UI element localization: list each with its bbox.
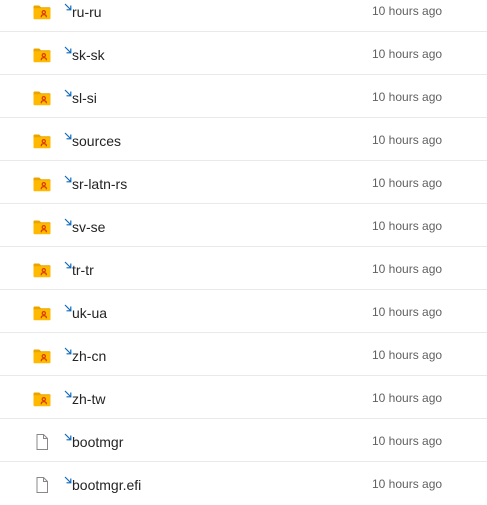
new-item-badge-icon bbox=[64, 84, 72, 97]
file-icon bbox=[32, 475, 52, 495]
modified-time: 10 hours ago bbox=[372, 348, 443, 362]
list-item[interactable]: bootmgr 10 hours ago bbox=[0, 419, 487, 462]
shared-folder-icon bbox=[32, 131, 52, 151]
list-item[interactable]: zh-cn 10 hours ago bbox=[0, 333, 487, 376]
new-item-badge-icon bbox=[64, 342, 72, 355]
modified-time: 10 hours ago bbox=[372, 434, 443, 448]
shared-folder-icon bbox=[32, 303, 52, 323]
file-name[interactable]: bootmgr.efi bbox=[72, 476, 141, 494]
new-item-badge-icon bbox=[64, 213, 72, 226]
list-item[interactable]: tr-tr 10 hours ago bbox=[0, 247, 487, 290]
shared-folder-icon bbox=[32, 2, 52, 22]
new-item-badge-icon bbox=[64, 471, 72, 484]
file-name[interactable]: tr-tr bbox=[72, 261, 94, 279]
list-item[interactable]: sl-si 10 hours ago bbox=[0, 75, 487, 118]
new-item-badge-icon bbox=[64, 256, 72, 269]
modified-time: 10 hours ago bbox=[372, 176, 443, 190]
list-item[interactable]: zh-tw 10 hours ago bbox=[0, 376, 487, 419]
new-item-badge-icon bbox=[64, 385, 72, 398]
list-item[interactable]: sr-latn-rs 10 hours ago bbox=[0, 161, 487, 204]
list-item[interactable]: sources 10 hours ago bbox=[0, 118, 487, 161]
modified-time: 10 hours ago bbox=[372, 90, 443, 104]
file-name[interactable]: sk-sk bbox=[72, 46, 105, 64]
file-name[interactable]: zh-tw bbox=[72, 390, 105, 408]
modified-time: 10 hours ago bbox=[372, 133, 443, 147]
list-item[interactable]: ru-ru 10 hours ago bbox=[0, 0, 487, 32]
new-item-badge-icon bbox=[64, 127, 72, 140]
list-item[interactable]: sv-se 10 hours ago bbox=[0, 204, 487, 247]
list-item[interactable]: uk-ua 10 hours ago bbox=[0, 290, 487, 333]
new-item-badge-icon bbox=[64, 299, 72, 312]
file-name[interactable]: uk-ua bbox=[72, 304, 107, 322]
list-item[interactable]: bootmgr.efi 10 hours ago bbox=[0, 462, 487, 505]
new-item-badge-icon bbox=[64, 0, 72, 11]
file-icon bbox=[32, 432, 52, 452]
file-name[interactable]: zh-cn bbox=[72, 347, 106, 365]
modified-time: 10 hours ago bbox=[372, 391, 443, 405]
file-name[interactable]: ru-ru bbox=[72, 3, 102, 21]
shared-folder-icon bbox=[32, 389, 52, 409]
modified-time: 10 hours ago bbox=[372, 219, 443, 233]
new-item-badge-icon bbox=[64, 41, 72, 54]
shared-folder-icon bbox=[32, 217, 52, 237]
modified-time: 10 hours ago bbox=[372, 47, 443, 61]
file-name[interactable]: bootmgr bbox=[72, 433, 123, 451]
file-name[interactable]: sv-se bbox=[72, 218, 105, 236]
shared-folder-icon bbox=[32, 174, 52, 194]
modified-time: 10 hours ago bbox=[372, 4, 443, 18]
shared-folder-icon bbox=[32, 45, 52, 65]
new-item-badge-icon bbox=[64, 170, 72, 183]
modified-time: 10 hours ago bbox=[372, 262, 443, 276]
shared-folder-icon bbox=[32, 260, 52, 280]
shared-folder-icon bbox=[32, 88, 52, 108]
file-name[interactable]: sr-latn-rs bbox=[72, 175, 127, 193]
modified-time: 10 hours ago bbox=[372, 305, 443, 319]
list-item[interactable]: sk-sk 10 hours ago bbox=[0, 32, 487, 75]
shared-folder-icon bbox=[32, 346, 52, 366]
new-item-badge-icon bbox=[64, 428, 72, 441]
file-name[interactable]: sl-si bbox=[72, 89, 97, 107]
file-name[interactable]: sources bbox=[72, 132, 121, 150]
modified-time: 10 hours ago bbox=[372, 477, 443, 491]
file-list: ru-ru 10 hours ago sk-sk 10 hours ago sl… bbox=[0, 0, 487, 505]
